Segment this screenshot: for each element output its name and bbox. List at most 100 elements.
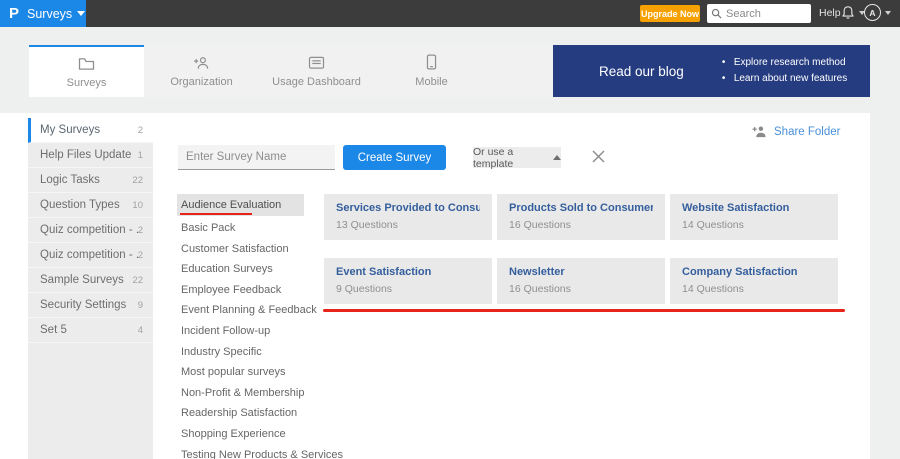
tab-label: Usage Dashboard <box>272 76 361 88</box>
tab-surveys[interactable]: Surveys <box>29 45 144 97</box>
category-item[interactable]: Shopping Experience <box>177 424 304 445</box>
template-question-count: 16 Questions <box>509 219 571 231</box>
template-card[interactable]: Company Satisfaction 14 Questions <box>670 258 838 304</box>
main-content: My Surveys 2 Help Files Update 1 Logic T… <box>0 113 870 459</box>
primary-tab-bar: Surveys Organization Usage Dashboard Mob… <box>29 45 870 97</box>
sidebar-item-count: 22 <box>132 174 143 186</box>
help-link[interactable]: Help <box>819 7 841 19</box>
category-item[interactable]: Event Planning & Feedback <box>177 300 317 321</box>
upgrade-now-button[interactable]: Upgrade Now <box>640 5 700 22</box>
template-title: Event Satisfaction <box>336 266 432 278</box>
category-item[interactable]: Readership Satisfaction <box>177 403 304 424</box>
folder-sidebar: My Surveys 2 Help Files Update 1 Logic T… <box>28 118 153 459</box>
template-card[interactable]: Products Sold to Consumers 16 Questions <box>497 194 665 240</box>
sidebar-item-set-5[interactable]: Set 5 4 <box>28 318 153 343</box>
sidebar-item-quiz-competition-1[interactable]: Quiz competition - ... 2 <box>28 218 153 243</box>
template-question-count: 14 Questions <box>682 219 744 231</box>
close-icon[interactable] <box>591 149 606 164</box>
sidebar-item-count: 22 <box>132 274 143 286</box>
sidebar-item-label: Quiz competition - ... <box>40 224 138 236</box>
template-dropdown[interactable]: Or use a template <box>473 145 561 170</box>
sidebar-item-sample-surveys[interactable]: Sample Surveys 22 <box>28 268 153 293</box>
account-menu[interactable]: A <box>864 4 891 21</box>
sidebar-item-label: Security Settings <box>40 299 127 311</box>
avatar: A <box>864 4 881 21</box>
sidebar-item-count: 2 <box>137 124 143 136</box>
sidebar-item-label: Set 5 <box>40 324 67 336</box>
tab-usage-dashboard[interactable]: Usage Dashboard <box>259 45 374 97</box>
template-card[interactable]: Event Satisfaction 9 Questions <box>324 258 492 304</box>
folder-icon <box>78 55 95 71</box>
sidebar-item-count: 2 <box>137 224 143 236</box>
sidebar-item-label: My Surveys <box>40 124 101 136</box>
search-icon <box>711 8 722 19</box>
notifications-menu[interactable] <box>841 5 865 20</box>
category-item[interactable]: Customer Satisfaction <box>177 239 304 260</box>
category-item[interactable]: Most popular surveys <box>177 362 304 383</box>
template-question-count: 13 Questions <box>336 219 398 231</box>
bell-icon <box>842 6 854 19</box>
blog-banner-bullets: Explore research method Learn about new … <box>722 55 847 87</box>
tab-label: Surveys <box>66 77 107 89</box>
sidebar-item-logic-tasks[interactable]: Logic Tasks 22 <box>28 168 153 193</box>
template-category-list: Audience Evaluation Basic Pack Customer … <box>177 194 343 459</box>
chevron-up-icon <box>553 155 561 160</box>
app-menu-label: Surveys <box>27 6 73 21</box>
category-item-selected[interactable]: Audience Evaluation <box>177 194 304 216</box>
organization-icon <box>193 54 211 70</box>
top-bar: P Surveys Upgrade Now Help A <box>0 0 900 27</box>
template-title: Company Satisfaction <box>682 266 798 278</box>
dashboard-icon <box>308 54 325 70</box>
sidebar-item-label: Quiz competition - ... <box>40 249 138 261</box>
blog-bullet: Learn about new features <box>722 71 847 87</box>
sidebar-item-label: Sample Surveys <box>40 274 124 286</box>
red-line-annotation <box>323 309 845 312</box>
sidebar-item-count: 10 <box>132 199 143 211</box>
tab-mobile[interactable]: Mobile <box>374 45 489 97</box>
brand-logo: P <box>9 5 20 22</box>
category-label: Audience Evaluation <box>181 199 282 211</box>
category-item[interactable]: Employee Feedback <box>177 280 304 301</box>
template-card[interactable]: Website Satisfaction 14 Questions <box>670 194 838 240</box>
sidebar-item-label: Question Types <box>40 199 120 211</box>
template-title: Newsletter <box>509 266 565 278</box>
sidebar-item-question-types[interactable]: Question Types 10 <box>28 193 153 218</box>
tab-label: Mobile <box>415 76 448 88</box>
global-search[interactable] <box>707 4 811 23</box>
sidebar-item-my-surveys[interactable]: My Surveys 2 <box>28 118 153 143</box>
sidebar-item-count: 9 <box>137 299 143 311</box>
tab-organization[interactable]: Organization <box>144 45 259 97</box>
template-dropdown-label: Or use a template <box>473 145 514 170</box>
sidebar-item-help-files-update[interactable]: Help Files Update 1 <box>28 143 153 168</box>
category-item[interactable]: Industry Specific <box>177 342 304 363</box>
survey-name-input[interactable] <box>178 145 335 170</box>
category-item[interactable]: Basic Pack <box>177 218 304 239</box>
sidebar-item-label: Logic Tasks <box>40 174 100 186</box>
template-card-grid: Services Provided to Consumers 13 Questi… <box>324 194 838 304</box>
sidebar-item-security-settings[interactable]: Security Settings 9 <box>28 293 153 318</box>
blog-banner[interactable]: Read our blog Explore research method Le… <box>553 45 870 97</box>
category-item[interactable]: Non-Profit & Membership <box>177 383 305 404</box>
template-title: Website Satisfaction <box>682 202 790 214</box>
app-logo-menu[interactable]: P Surveys <box>0 0 86 27</box>
template-title: Services Provided to Consumers <box>336 202 480 214</box>
category-item[interactable]: Testing New Products & Services <box>177 445 343 459</box>
category-item[interactable]: Incident Follow-up <box>177 321 304 342</box>
blog-bullet: Explore research method <box>722 55 847 71</box>
share-person-icon <box>752 126 766 138</box>
blog-banner-title: Read our blog <box>599 63 684 79</box>
template-question-count: 9 Questions <box>336 283 393 295</box>
template-question-count: 16 Questions <box>509 283 571 295</box>
template-card[interactable]: Newsletter 16 Questions <box>497 258 665 304</box>
chevron-down-icon <box>885 10 891 15</box>
sidebar-item-quiz-competition-2[interactable]: Quiz competition - ... 2 <box>28 243 153 268</box>
sidebar-item-count: 4 <box>137 324 143 336</box>
chevron-down-icon <box>77 11 86 16</box>
search-input[interactable] <box>726 7 806 20</box>
template-card[interactable]: Services Provided to Consumers 13 Questi… <box>324 194 492 240</box>
create-survey-button[interactable]: Create Survey <box>343 145 446 170</box>
share-folder-button[interactable]: Share Folder <box>752 125 840 138</box>
share-folder-label: Share Folder <box>774 125 841 138</box>
template-question-count: 14 Questions <box>682 283 744 295</box>
category-item[interactable]: Education Surveys <box>177 259 304 280</box>
